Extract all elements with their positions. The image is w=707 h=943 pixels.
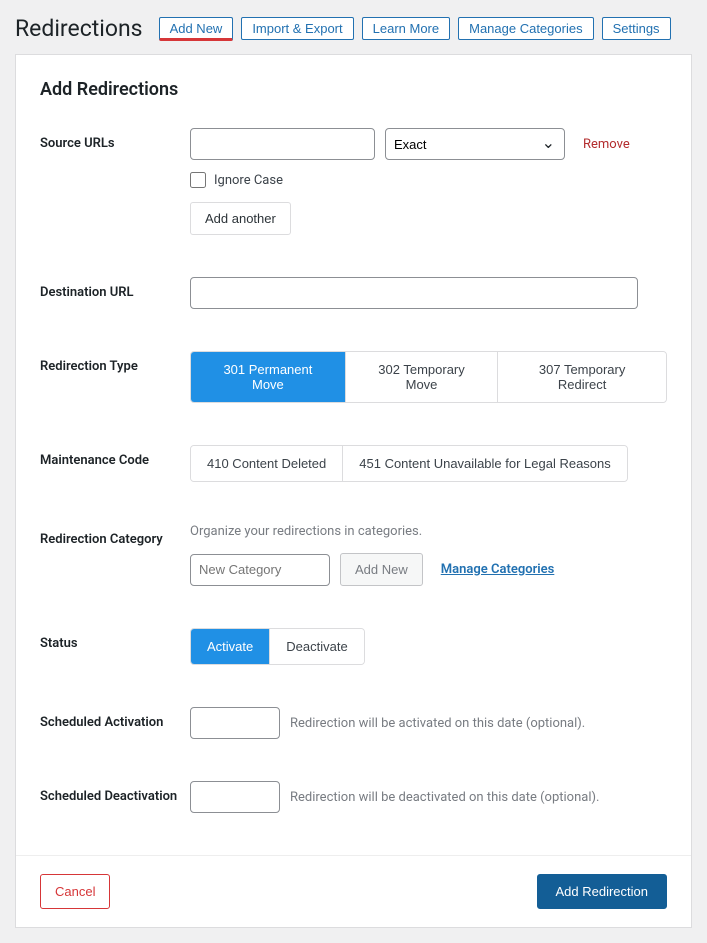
source-url-input[interactable]	[190, 128, 375, 160]
destination-field: Destination URL	[40, 277, 667, 309]
maintenance-code-field: Maintenance Code 410 Content Deleted 451…	[40, 445, 667, 482]
status-label: Status	[40, 628, 190, 651]
ignore-case-checkbox[interactable]	[190, 172, 206, 188]
destination-input[interactable]	[190, 277, 638, 309]
add-new-button[interactable]: Add New	[159, 17, 234, 41]
category-input[interactable]	[190, 554, 330, 586]
status-activate-button[interactable]: Activate	[191, 629, 270, 664]
scheduled-deactivation-field: Scheduled Deactivation Redirection will …	[40, 781, 667, 813]
settings-button[interactable]: Settings	[602, 17, 671, 40]
status-group: Activate Deactivate	[190, 628, 365, 665]
maintenance-code-group: 410 Content Deleted 451 Content Unavaila…	[190, 445, 628, 482]
maintenance-410-button[interactable]: 410 Content Deleted	[191, 446, 343, 481]
redirection-301-button[interactable]: 301 Permanent Move	[191, 352, 346, 402]
manage-categories-link[interactable]: Manage Categories	[441, 562, 555, 577]
source-urls-field: Source URLs Exact Remove Ignore Case Add…	[40, 128, 667, 235]
redirection-type-group: 301 Permanent Move 302 Temporary Move 30…	[190, 351, 667, 403]
category-label: Redirection Category	[40, 524, 190, 547]
panel-title: Add Redirections	[40, 79, 667, 100]
cancel-button[interactable]: Cancel	[40, 874, 110, 909]
scheduled-deactivation-input[interactable]	[190, 781, 280, 813]
learn-more-button[interactable]: Learn More	[362, 17, 450, 40]
remove-source-link[interactable]: Remove	[583, 137, 630, 152]
add-redirection-panel: Add Redirections Source URLs Exact Remov…	[15, 54, 692, 928]
ignore-case-text: Ignore Case	[214, 173, 283, 188]
category-hint: Organize your redirections in categories…	[190, 524, 667, 539]
destination-label: Destination URL	[40, 277, 190, 300]
scheduled-activation-field: Scheduled Activation Redirection will be…	[40, 707, 667, 739]
redirection-302-button[interactable]: 302 Temporary Move	[346, 352, 498, 402]
add-redirection-button[interactable]: Add Redirection	[537, 874, 668, 909]
scheduled-activation-hint: Redirection will be activated on this da…	[290, 716, 585, 731]
panel-footer: Cancel Add Redirection	[16, 855, 691, 927]
redirection-type-field: Redirection Type 301 Permanent Move 302 …	[40, 351, 667, 403]
import-export-button[interactable]: Import & Export	[241, 17, 353, 40]
maintenance-code-label: Maintenance Code	[40, 445, 190, 468]
page-header: Redirections Add New Import & Export Lea…	[15, 15, 692, 42]
scheduled-activation-label: Scheduled Activation	[40, 707, 190, 730]
category-field: Redirection Category Organize your redir…	[40, 524, 667, 586]
status-deactivate-button[interactable]: Deactivate	[270, 629, 363, 664]
scheduled-deactivation-label: Scheduled Deactivation	[40, 781, 190, 804]
add-another-button[interactable]: Add another	[190, 202, 291, 235]
scheduled-deactivation-hint: Redirection will be deactivated on this …	[290, 790, 599, 805]
manage-categories-button[interactable]: Manage Categories	[458, 17, 593, 40]
page-title: Redirections	[15, 15, 143, 42]
redirection-307-button[interactable]: 307 Temporary Redirect	[498, 352, 666, 402]
category-add-new-button[interactable]: Add New	[340, 553, 423, 586]
scheduled-activation-input[interactable]	[190, 707, 280, 739]
redirection-type-label: Redirection Type	[40, 351, 190, 374]
match-type-select[interactable]: Exact	[385, 128, 565, 160]
status-field: Status Activate Deactivate	[40, 628, 667, 665]
ignore-case-label[interactable]: Ignore Case	[190, 172, 667, 188]
source-urls-label: Source URLs	[40, 128, 190, 151]
maintenance-451-button[interactable]: 451 Content Unavailable for Legal Reason…	[343, 446, 627, 481]
